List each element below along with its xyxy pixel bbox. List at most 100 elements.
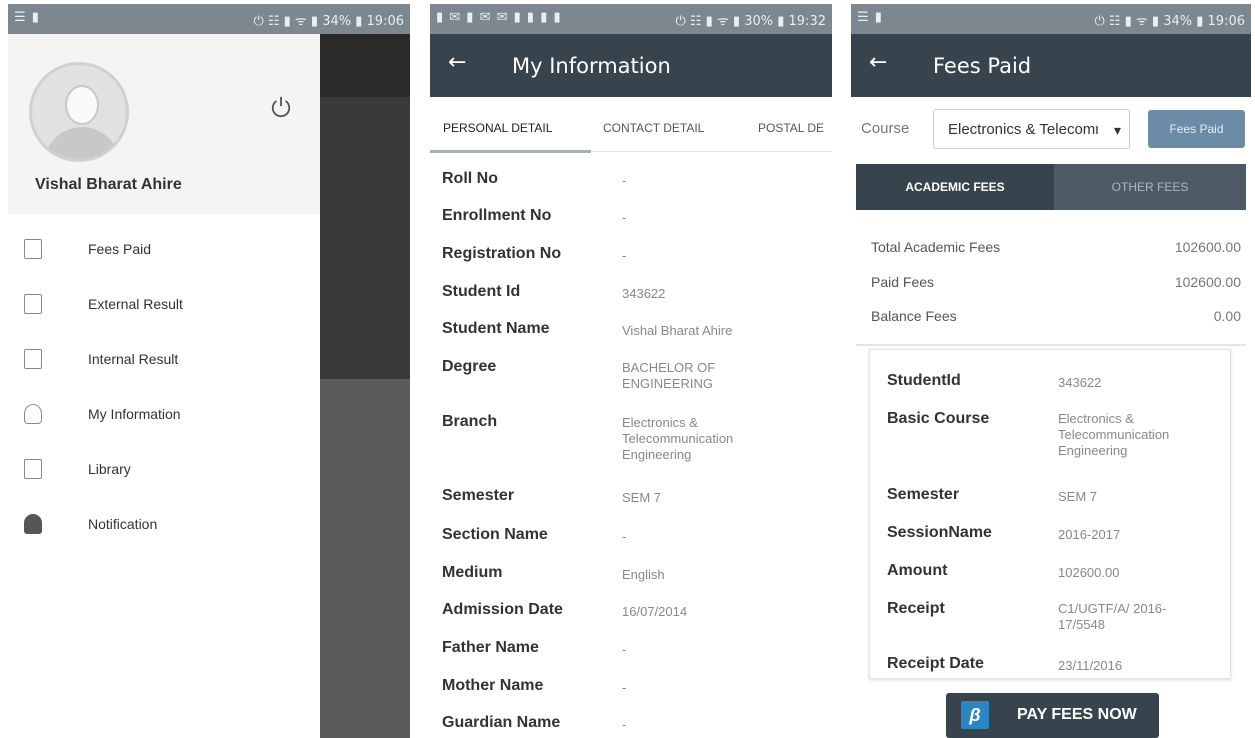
screen-fees-paid: ☰ ▮ ⏻ ☷ ▮ ᯤ ▮ 34% ▮ 19:06 ← Fees Paid Co… bbox=[851, 0, 1251, 738]
menu-item-library[interactable]: Library bbox=[8, 447, 320, 493]
status-bar-right: ⏻ ☷ ▮ ᯤ ▮ 30% ▮ 19:32 bbox=[675, 14, 826, 29]
power-icon[interactable] bbox=[270, 96, 292, 118]
field-label: Section Name bbox=[442, 526, 548, 543]
field-label: Roll No bbox=[442, 170, 498, 187]
menu-item-label: Notification bbox=[88, 516, 158, 532]
status-bar-right: ⏻ ☷ ▮ ᯤ ▮ 34% ▮ 19:06 bbox=[1094, 14, 1245, 29]
tab-postal-detail[interactable]: POSTAL DE bbox=[758, 121, 824, 135]
menu-item-my-information[interactable]: My Information bbox=[8, 392, 320, 438]
fee-summary-value: 0.00 bbox=[1213, 308, 1241, 324]
receipt-label: Receipt Date bbox=[887, 655, 984, 672]
menu-item-external-result[interactable]: External Result bbox=[8, 282, 320, 328]
user-name: Vishal Bharat Ahire bbox=[35, 176, 182, 193]
status-bar-left: ☰ ▮ bbox=[857, 10, 883, 25]
field-label: Medium bbox=[442, 564, 503, 581]
receipt-label: SessionName bbox=[887, 524, 992, 541]
drawer-header: Vishal Bharat Ahire bbox=[8, 34, 320, 214]
menu-item-notification[interactable]: Notification bbox=[8, 502, 320, 548]
receipt-value: C1/UGTF/A/ 2016-17/5548 bbox=[1058, 601, 1167, 632]
user-icon bbox=[24, 404, 42, 424]
receipt-value: SEM 7 bbox=[1058, 489, 1098, 504]
field-label: Student Id bbox=[442, 283, 521, 300]
back-arrow-icon[interactable]: ← bbox=[869, 50, 887, 75]
receipt-card: StudentId 343622 Basic Course Electronic… bbox=[869, 349, 1231, 679]
receipt-label: Basic Course bbox=[887, 410, 990, 427]
tab-indicator bbox=[430, 150, 591, 153]
field-value: Electronics & Telecommunication Engineer… bbox=[622, 415, 734, 462]
receipt-value: Electronics & Telecommunication Engineer… bbox=[1058, 411, 1170, 458]
menu-item-label: My Information bbox=[88, 406, 181, 422]
page-title: My Information bbox=[512, 54, 671, 78]
receipt-value: 102600.00 bbox=[1058, 565, 1120, 580]
field-value: - bbox=[622, 642, 627, 657]
status-bar: ☰ ▮ ⏻ ☷ ▮ ᯤ ▮ 34% ▮ 19:06 bbox=[8, 4, 410, 34]
fee-summary-label: Balance Fees bbox=[871, 308, 957, 324]
screen-navigation-drawer: ☰ ▮ ⏻ ☷ ▮ ᯤ ▮ 34% ▮ 19:06 Vishal Bharat … bbox=[8, 0, 410, 738]
payment-logo-icon: β bbox=[961, 701, 989, 729]
field-value: - bbox=[622, 210, 627, 225]
fee-summary-label: Paid Fees bbox=[871, 274, 935, 290]
field-label: Father Name bbox=[442, 639, 539, 656]
pay-fees-now-label: PAY FEES NOW bbox=[1017, 706, 1137, 723]
field-label: Guardian Name bbox=[442, 714, 561, 731]
library-icon bbox=[24, 459, 42, 479]
chevron-down-icon: ▾ bbox=[1113, 122, 1121, 138]
receipt-label: Semester bbox=[887, 486, 960, 503]
app-bar: ← My Information bbox=[430, 34, 832, 97]
back-arrow-icon[interactable]: ← bbox=[448, 50, 466, 75]
tab-personal-detail[interactable]: PERSONAL DETAIL bbox=[443, 121, 552, 135]
status-bar-left: ▮ ✉ ▮ ✉ ✉ ▮ ▮ ▮ ▮ bbox=[436, 10, 562, 25]
field-value: - bbox=[622, 529, 627, 544]
status-bar: ☰ ▮ ⏻ ☷ ▮ ᯤ ▮ 34% ▮ 19:06 bbox=[851, 4, 1251, 34]
app-bar: ← Fees Paid bbox=[851, 34, 1251, 97]
avatar[interactable] bbox=[29, 62, 129, 162]
navigation-drawer: Vishal Bharat Ahire Fees Paid External R… bbox=[8, 34, 320, 738]
course-select-value: Electronics & Telecommunication bbox=[948, 121, 1098, 138]
fees-paid-icon bbox=[24, 239, 42, 259]
field-value: - bbox=[622, 248, 627, 263]
menu-item-fees-paid[interactable]: Fees Paid bbox=[8, 227, 320, 273]
fee-summary-label: Total Academic Fees bbox=[871, 239, 1001, 255]
course-select[interactable]: Electronics & Telecommunication ▾ bbox=[933, 109, 1130, 149]
fee-summary-row: Balance Fees 0.00 bbox=[871, 308, 1241, 324]
field-value: 16/07/2014 bbox=[622, 604, 688, 619]
status-bar: ▮ ✉ ▮ ✉ ✉ ▮ ▮ ▮ ▮ ⏻ ☷ ▮ ᯤ ▮ 30% ▮ 19:32 bbox=[430, 4, 832, 34]
drawer-scrim[interactable] bbox=[320, 34, 410, 738]
field-label: Branch bbox=[442, 413, 498, 430]
divider bbox=[856, 344, 1246, 346]
field-label: Degree bbox=[442, 358, 497, 375]
tab-contact-detail[interactable]: CONTACT DETAIL bbox=[603, 121, 704, 135]
fee-summary-row: Total Academic Fees 102600.00 bbox=[871, 239, 1241, 255]
receipt-label: Amount bbox=[887, 562, 948, 579]
field-label: Enrollment No bbox=[442, 207, 552, 224]
field-label: Mother Name bbox=[442, 677, 544, 694]
internal-result-icon bbox=[24, 349, 42, 369]
receipt-value: 23/11/2016 bbox=[1058, 658, 1123, 673]
field-label: Registration No bbox=[442, 245, 562, 262]
menu-item-label: Library bbox=[88, 461, 131, 477]
tab-bar: PERSONAL DETAIL CONTACT DETAIL POSTAL DE bbox=[430, 97, 832, 153]
course-row: Course Electronics & Telecommunication ▾… bbox=[851, 97, 1251, 162]
external-result-icon bbox=[24, 294, 42, 314]
fee-summary-value: 102600.00 bbox=[1174, 274, 1241, 290]
field-value: - bbox=[622, 717, 627, 732]
field-label: Admission Date bbox=[442, 601, 563, 618]
field-value: SEM 7 bbox=[622, 490, 662, 505]
field-label: Semester bbox=[442, 487, 515, 504]
receipt-value: 343622 bbox=[1058, 375, 1102, 390]
tab-academic-fees[interactable]: ACADEMIC FEES bbox=[856, 164, 1054, 210]
receipt-value: 2016-2017 bbox=[1058, 527, 1121, 542]
pay-fees-now-button[interactable]: β PAY FEES NOW bbox=[946, 693, 1159, 738]
menu-item-label: Fees Paid bbox=[88, 241, 152, 257]
tab-other-fees[interactable]: OTHER FEES bbox=[1054, 164, 1246, 210]
field-value: - bbox=[622, 680, 627, 695]
status-bar-left: ☰ ▮ bbox=[14, 10, 40, 25]
menu-item-internal-result[interactable]: Internal Result bbox=[8, 337, 320, 383]
receipt-label: StudentId bbox=[887, 372, 961, 389]
field-value: Vishal Bharat Ahire bbox=[622, 323, 733, 338]
page-title: Fees Paid bbox=[933, 54, 1032, 78]
fees-paid-button[interactable]: Fees Paid bbox=[1148, 110, 1245, 148]
course-label: Course bbox=[861, 120, 910, 137]
field-label: Student Name bbox=[442, 320, 550, 337]
field-value: English bbox=[622, 567, 665, 582]
